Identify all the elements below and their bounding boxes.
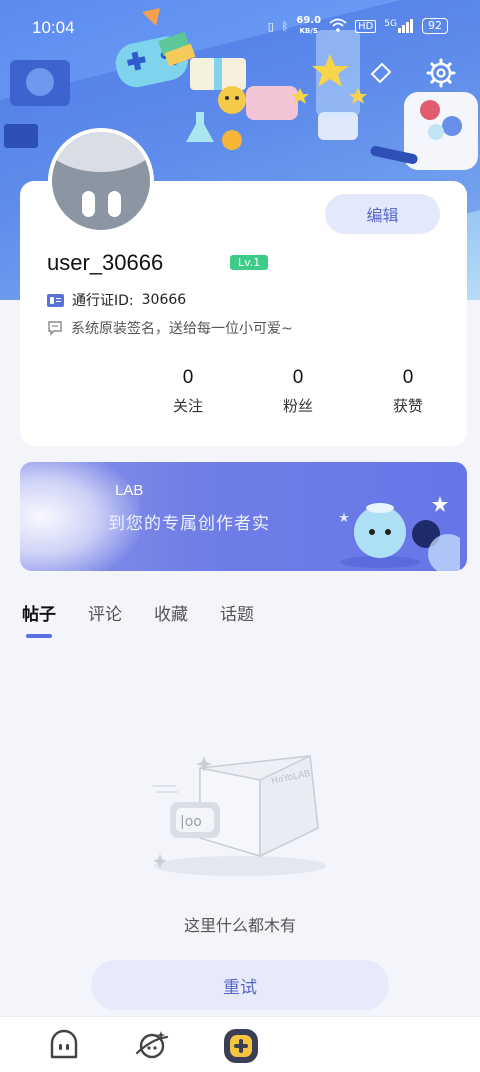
creator-banner[interactable]: LAB 到您的专属创作者实 [20, 462, 467, 571]
nav-explore[interactable] [134, 1027, 170, 1063]
retry-button[interactable]: 重试 [91, 960, 389, 1010]
level-badge: Lv.1 [230, 255, 269, 270]
passport-id-row: 通行证ID: 30666 [47, 290, 186, 310]
planet-icon [135, 1031, 169, 1059]
banner-title: LAB [115, 482, 144, 499]
passport-id[interactable]: 30666 [142, 292, 187, 308]
tab-comments[interactable]: 评论 [88, 600, 122, 638]
create-plus-icon [224, 1029, 258, 1063]
tab-posts[interactable]: 帖子 [22, 600, 56, 638]
avatar[interactable] [48, 128, 154, 234]
stat-label: 粉丝 [282, 397, 313, 415]
svg-text:|oo: |oo [180, 814, 202, 830]
stat-following[interactable]: 0 关注 [148, 367, 228, 416]
bottom-nav [0, 1016, 480, 1072]
stat-label: 关注 [172, 397, 203, 415]
nav-create[interactable] [222, 1027, 258, 1063]
stat-value: 0 [402, 367, 414, 388]
stat-value: 0 [182, 367, 194, 388]
status-time: 10:04 [32, 18, 75, 37]
signal-icon: 5G [384, 19, 414, 33]
battery-indicator: 92 [422, 18, 448, 34]
stat-followers[interactable]: 0 粉丝 [258, 367, 338, 416]
stat-label: 获赞 [392, 397, 423, 415]
stat-likes[interactable]: 0 获赞 [368, 367, 448, 416]
content-tabs: 帖子 评论 收藏 话题 [22, 600, 254, 640]
vibrate-icon: ▯ [267, 19, 274, 33]
comment-icon [48, 321, 62, 336]
id-card-icon [47, 293, 64, 307]
status-bar: 10:04 ▯ ᛒ 69.0 KB/S HD 5G 92 [0, 0, 480, 52]
home-face-icon [50, 1029, 78, 1059]
tab-favorites[interactable]: 收藏 [154, 600, 188, 638]
signature-text: 系统原装签名，送给每一位小可爱~ [71, 321, 293, 337]
banner-subtitle: 到您的专属创作者实 [108, 514, 270, 534]
empty-box-illustration: HoYoLAB |oo [152, 754, 326, 876]
stat-value: 0 [292, 367, 304, 388]
tab-topics[interactable]: 话题 [220, 600, 254, 638]
net-speed: 69.0 KB/S [296, 15, 322, 36]
bluetooth-icon: ᛒ [281, 19, 289, 33]
nav-home[interactable] [46, 1027, 82, 1063]
settings-button[interactable] [426, 58, 456, 88]
empty-message: 这里什么都木有 [183, 916, 296, 935]
wifi-icon [329, 18, 347, 35]
stats-row: 0 关注 0 粉丝 0 获赞 [20, 367, 467, 427]
signature-row: 系统原装签名，送给每一位小可爱~ [47, 318, 293, 338]
edit-profile-button[interactable]: 编辑 [325, 194, 440, 234]
hd-indicator: HD [355, 19, 377, 33]
gear-icon [426, 58, 456, 88]
mascot-illustration [339, 496, 460, 571]
username: user_30666 [47, 250, 164, 275]
passport-label: 通行证ID: [72, 293, 134, 309]
